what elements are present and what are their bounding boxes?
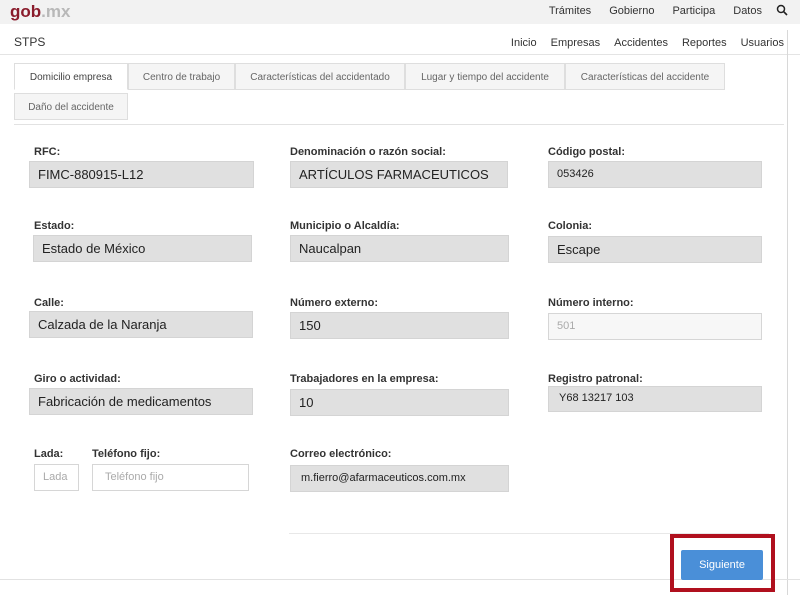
tabs-divider — [14, 124, 784, 125]
codigo-postal-label: Código postal: — [548, 146, 625, 158]
giro-field[interactable]: Fabricación de medicamentos — [29, 388, 253, 415]
telefono-label: Teléfono fijo: — [92, 448, 161, 460]
tab-domicilio-empresa[interactable]: Domicilio empresa — [14, 63, 128, 90]
logo-suffix: .mx — [41, 2, 71, 21]
top-nav-participa[interactable]: Participa — [672, 5, 715, 17]
nav-accidentes[interactable]: Accidentes — [614, 37, 668, 49]
registro-patronal-field[interactable]: Y68 13217 103 — [548, 386, 762, 412]
tab-dano-accidente[interactable]: Daño del accidente — [14, 93, 128, 120]
codigo-postal-field[interactable]: 053426 — [548, 161, 762, 188]
tab-lugar-tiempo-accidente[interactable]: Lugar y tiempo del accidente — [405, 63, 565, 90]
top-nav-datos[interactable]: Datos — [733, 5, 762, 17]
estado-field[interactable]: Estado de México — [33, 235, 252, 262]
top-nav-gobierno[interactable]: Gobierno — [609, 5, 654, 17]
top-nav: Trámites Gobierno Participa Datos — [531, 4, 788, 17]
razon-social-field[interactable]: ARTÍCULOS FARMACEUTICOS — [290, 161, 508, 188]
correo-field[interactable]: m.fierro@afarmaceuticos.com.mx — [290, 465, 509, 492]
nav-inicio[interactable]: Inicio — [511, 37, 537, 49]
search-icon[interactable] — [776, 4, 788, 16]
trabajadores-label: Trabajadores en la empresa: — [290, 373, 439, 385]
numero-externo-label: Número externo: — [290, 297, 379, 309]
nav-reportes[interactable]: Reportes — [682, 37, 727, 49]
app-brand[interactable]: STPS — [14, 35, 45, 49]
logo-main: gob — [10, 2, 42, 21]
razon-social-label: Denominación o razón social: — [290, 146, 446, 158]
nav-empresas[interactable]: Empresas — [551, 37, 601, 49]
registro-patronal-label: Registro patronal: — [548, 373, 643, 385]
app-nav: Inicio Empresas Accidentes Reportes Usua… — [497, 37, 784, 49]
tab-caracteristicas-accidente[interactable]: Características del accidente — [565, 63, 725, 90]
colonia-label: Colonia: — [548, 220, 592, 232]
numero-interno-label: Número interno: — [548, 297, 634, 309]
tab-centro-de-trabajo[interactable]: Centro de trabajo — [128, 63, 235, 90]
highlight-annotation — [670, 534, 775, 592]
numero-externo-field[interactable]: 150 — [290, 312, 509, 339]
content-border — [787, 30, 788, 595]
trabajadores-field[interactable]: 10 — [290, 389, 509, 416]
nav-usuarios[interactable]: Usuarios — [741, 37, 784, 49]
municipio-field[interactable]: Naucalpan — [290, 235, 509, 262]
municipio-label: Municipio o Alcaldía: — [290, 220, 400, 232]
estado-label: Estado: — [34, 220, 75, 232]
telefono-input[interactable]: Teléfono fijo — [92, 464, 249, 491]
lada-input[interactable]: Lada — [34, 464, 79, 491]
calle-label: Calle: — [34, 297, 64, 309]
giro-label: Giro o actividad: — [34, 373, 121, 385]
correo-label: Correo electrónico: — [290, 448, 392, 460]
app-navbar: STPS Inicio Empresas Accidentes Reportes… — [0, 30, 800, 55]
rfc-label: RFC: — [34, 146, 61, 158]
numero-interno-field[interactable]: 501 — [548, 313, 762, 340]
tab-caracteristicas-accidentado[interactable]: Características del accidentado — [235, 63, 405, 90]
gob-mx-logo[interactable]: gob.mx — [10, 2, 70, 22]
lada-label: Lada: — [34, 448, 64, 460]
rfc-field[interactable]: FIMC-880915-L12 — [29, 161, 254, 188]
colonia-field[interactable]: Escape — [548, 236, 762, 263]
top-nav-tramites[interactable]: Trámites — [549, 5, 591, 17]
calle-field[interactable]: Calzada de la Naranja — [29, 311, 253, 338]
gov-topbar: gob.mx Trámites Gobierno Participa Datos — [0, 0, 800, 24]
